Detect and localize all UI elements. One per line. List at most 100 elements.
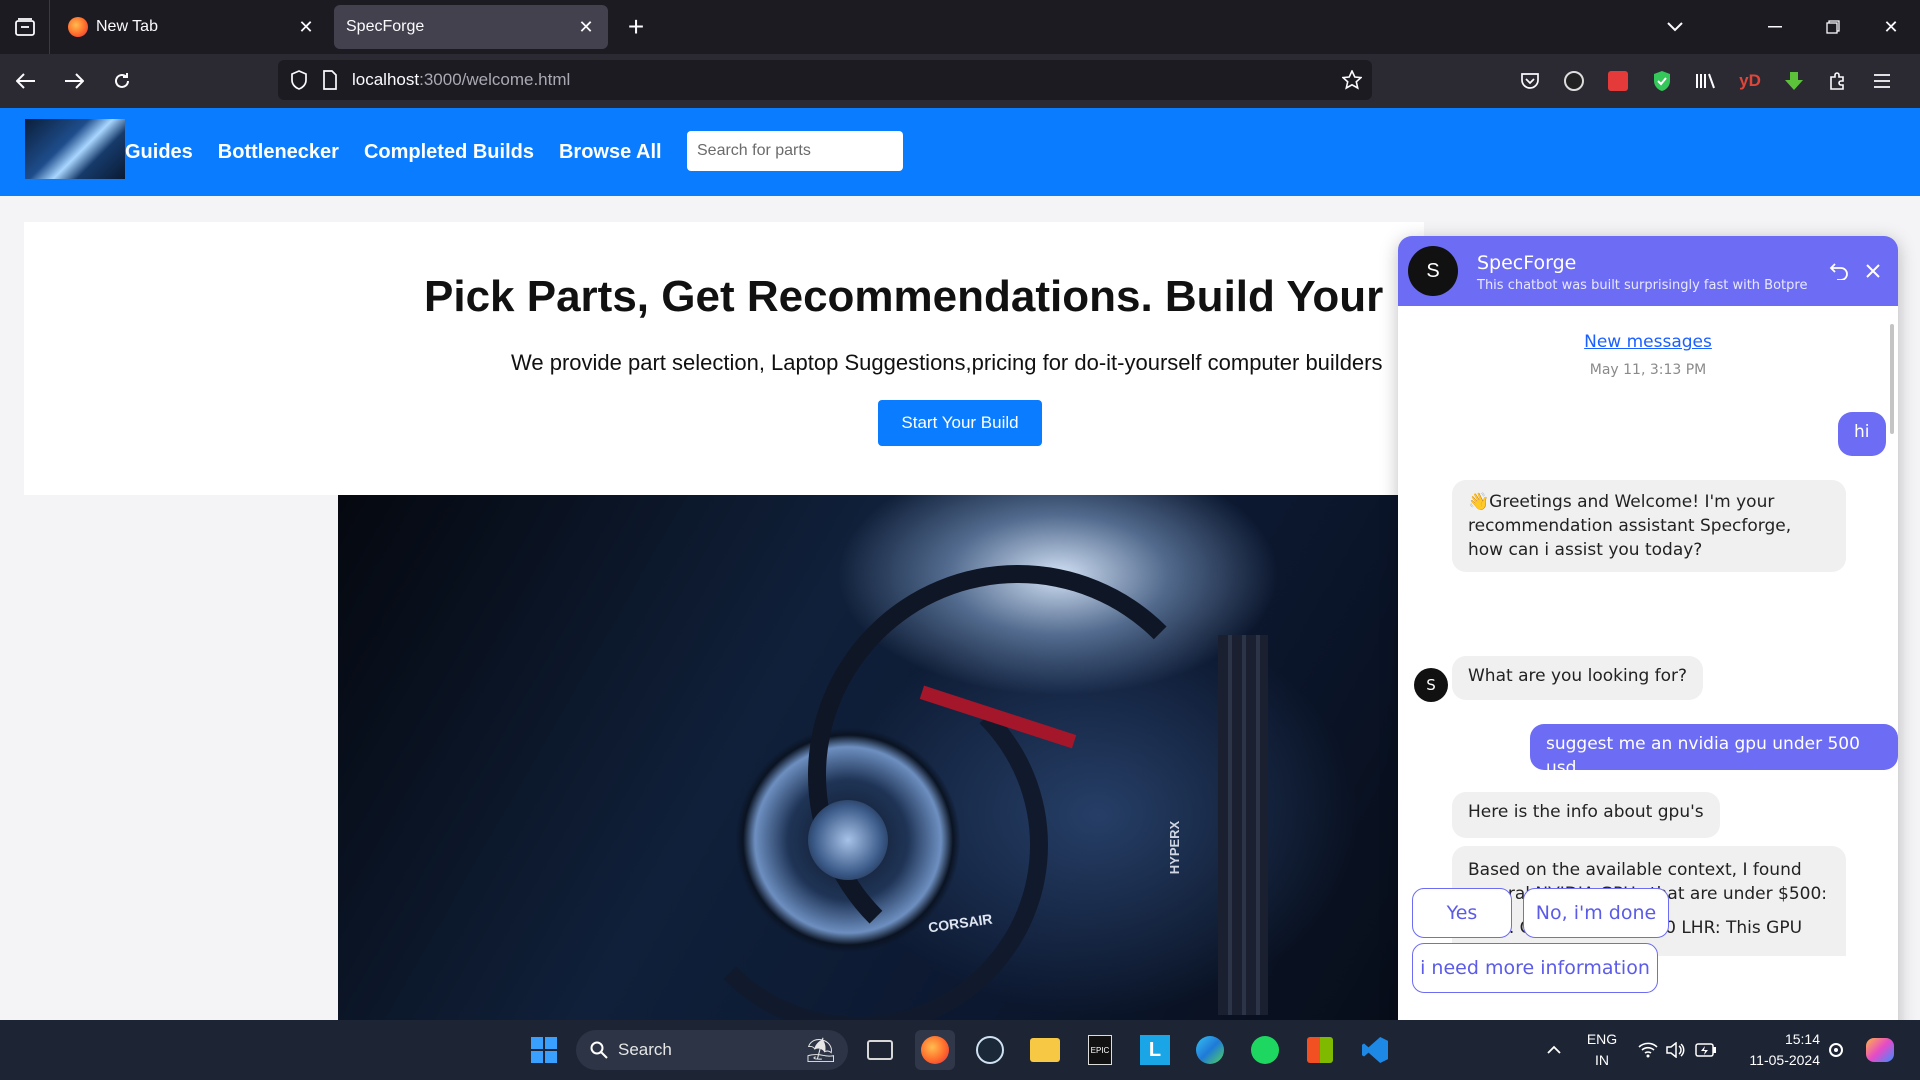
taskbar-search[interactable]: Search ⛱ [576, 1030, 848, 1070]
address-bar[interactable]: localhost:3000/welcome.html [278, 60, 1372, 100]
extension-button[interactable] [1596, 59, 1640, 103]
extension-button[interactable] [1640, 59, 1684, 103]
firefox-view-button[interactable] [0, 0, 50, 54]
close-icon [1866, 264, 1880, 278]
taskbar-store[interactable] [1300, 1030, 1340, 1070]
vscode-icon [1362, 1037, 1388, 1063]
taskbar-l-app[interactable]: L [1135, 1030, 1175, 1070]
chat-tagline: This chatbot was built surprisingly fast… [1477, 278, 1808, 293]
notification-settings-icon [1829, 1043, 1843, 1057]
page-viewport: Guides Bottlenecker Completed Builds Bro… [0, 108, 1920, 1020]
window-controls: ✕ [1746, 0, 1920, 54]
start-button[interactable] [524, 1030, 564, 1070]
chevron-up-icon [1547, 1045, 1561, 1054]
restart-conversation-button[interactable] [1824, 256, 1854, 286]
undo-icon [1829, 263, 1848, 280]
extension-button[interactable]: yD [1728, 59, 1772, 103]
nav-link-completed-builds[interactable]: Completed Builds [364, 141, 534, 164]
start-build-button[interactable]: Start Your Build [878, 400, 1042, 446]
chevron-down-icon [1667, 22, 1683, 32]
download-arrow-icon [1785, 72, 1803, 90]
chat-bot-name: SpecForge [1477, 252, 1577, 274]
user-message: hi [1838, 412, 1886, 456]
tab-specforge[interactable]: SpecForge ✕ [334, 5, 608, 49]
battery-button[interactable] [1686, 1030, 1726, 1070]
battery-charging-icon [1695, 1043, 1716, 1057]
bookmark-star-icon[interactable] [1342, 70, 1362, 90]
message-timestamp: May 11, 3:13 PM [1589, 362, 1707, 378]
url-path: :3000/welcome.html [419, 70, 571, 89]
pocket-button[interactable] [1508, 59, 1552, 103]
bot-message: 👋Greetings and Welcome! I'm your recomme… [1452, 480, 1846, 572]
quick-reply-no[interactable]: No, i'm done [1523, 888, 1669, 938]
site-header: Guides Bottlenecker Completed Builds Bro… [0, 108, 1920, 196]
search-icon [590, 1041, 608, 1059]
chat-message-list[interactable]: New messages May 11, 3:13 PM hi 👋Greetin… [1398, 306, 1898, 956]
browser-toolbar: localhost:3000/welcome.html yD [0, 54, 1920, 108]
browser-tab-bar: New Tab ✕ SpecForge ✕ + ✕ [0, 0, 1920, 54]
tab-title: New Tab [96, 18, 158, 35]
forward-button[interactable] [52, 59, 96, 103]
extension-button[interactable] [1552, 59, 1596, 103]
restore-icon [1826, 20, 1840, 34]
taskbar-steam[interactable] [970, 1030, 1010, 1070]
new-tab-button[interactable]: + [614, 5, 658, 49]
quick-reply-more-info[interactable]: i need more information [1412, 943, 1658, 993]
notifications-button[interactable] [1816, 1030, 1856, 1070]
taskbar-vscode[interactable] [1355, 1030, 1395, 1070]
restore-button[interactable] [1804, 0, 1862, 54]
speaker-icon [1666, 1042, 1685, 1058]
parts-search-input[interactable] [687, 131, 903, 171]
hero-subtitle: We provide part selection, Laptop Sugges… [511, 350, 1383, 375]
nav-link-guides[interactable]: Guides [125, 141, 193, 164]
user-message: suggest me an nvidia gpu under 500 usd [1530, 724, 1898, 778]
copilot-icon [1866, 1038, 1894, 1062]
quick-replies: Yes No, i'm done i need more information [1398, 876, 1898, 996]
extensions-button[interactable] [1816, 59, 1860, 103]
clock-time: 15:14 [1784, 1031, 1820, 1047]
hero-section: Pick Parts, Get Recommendations. Build Y… [24, 222, 1424, 495]
reload-button[interactable] [100, 59, 144, 103]
extension-button[interactable] [1684, 59, 1728, 103]
extensions-toolbar: yD [1508, 54, 1904, 108]
green-shield-icon [1654, 71, 1670, 91]
taskbar-file-explorer[interactable] [1025, 1030, 1065, 1070]
arrow-left-icon [16, 73, 35, 89]
back-button[interactable] [4, 59, 48, 103]
close-tab-icon[interactable]: ✕ [296, 17, 316, 38]
nav-link-browse-all[interactable]: Browse All [559, 141, 662, 164]
tab-new-tab[interactable]: New Tab ✕ [56, 5, 328, 49]
hyperx-label: HYPERX [1167, 820, 1183, 875]
minimize-button[interactable] [1746, 0, 1804, 54]
taskbar-firefox[interactable] [915, 1030, 955, 1070]
task-view-button[interactable] [860, 1030, 900, 1070]
taskbar-search-label: Search [618, 1040, 672, 1059]
taskbar-edge[interactable] [1190, 1030, 1230, 1070]
close-tab-icon[interactable]: ✕ [576, 17, 596, 38]
region-code: IN [1595, 1052, 1609, 1068]
taskbar-epic-games[interactable]: EPIC [1080, 1030, 1120, 1070]
close-chat-button[interactable] [1858, 256, 1888, 286]
shield-icon[interactable] [290, 70, 308, 90]
list-all-tabs-button[interactable] [1660, 0, 1690, 54]
system-clock[interactable]: 15:14 11-05-2024 [1730, 1029, 1820, 1071]
l-app-icon: L [1140, 1035, 1170, 1065]
chatbot-widget: S SpecForge This chatbot was built surpr… [1398, 236, 1898, 1020]
input-language-indicator[interactable]: ENG IN [1580, 1029, 1624, 1071]
quick-reply-yes[interactable]: Yes [1412, 888, 1512, 938]
firefox-icon [68, 17, 88, 37]
bot-message: What are you looking for? [1452, 656, 1704, 700]
taskbar-spotify[interactable] [1245, 1030, 1285, 1070]
site-logo[interactable] [25, 119, 125, 179]
extension-button[interactable] [1772, 59, 1816, 103]
bot-mini-avatar: S [1414, 668, 1448, 702]
nav-link-bottlenecker[interactable]: Bottlenecker [218, 141, 339, 164]
edge-icon [1196, 1036, 1224, 1064]
close-window-button[interactable]: ✕ [1862, 0, 1920, 54]
page-icon [323, 70, 337, 90]
app-menu-button[interactable] [1860, 59, 1904, 103]
new-messages-link[interactable]: New messages [1398, 332, 1898, 352]
copilot-button[interactable] [1860, 1030, 1900, 1070]
firefox-icon [921, 1036, 949, 1064]
show-hidden-icons-button[interactable] [1534, 1030, 1574, 1070]
